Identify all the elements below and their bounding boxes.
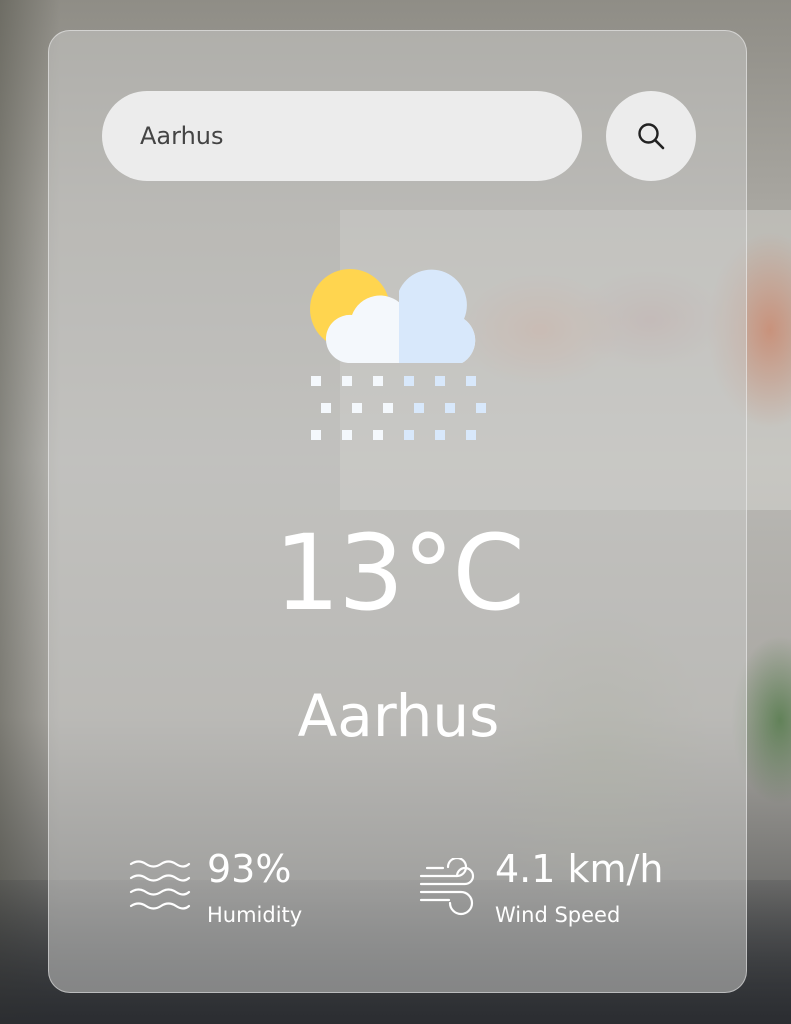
search-button[interactable] [606,91,696,181]
humidity-value: 93% [207,847,292,891]
temperature-value: 13°C [274,512,525,634]
humidity-label: Humidity [207,903,303,927]
humidity-waves-icon [129,860,191,910]
weather-card: 13°C Aarhus 93% Humidity 4.1 km/h Wind S… [48,30,747,993]
wind-speed-value: 4.1 km/h [495,847,664,891]
search-input[interactable] [102,91,582,181]
wind-speed-label: Wind Speed [495,903,621,927]
snow-sun-cloud-icon [310,269,486,440]
wind-icon [419,858,475,916]
search-icon [638,123,665,150]
city-name: Aarhus [297,682,500,750]
